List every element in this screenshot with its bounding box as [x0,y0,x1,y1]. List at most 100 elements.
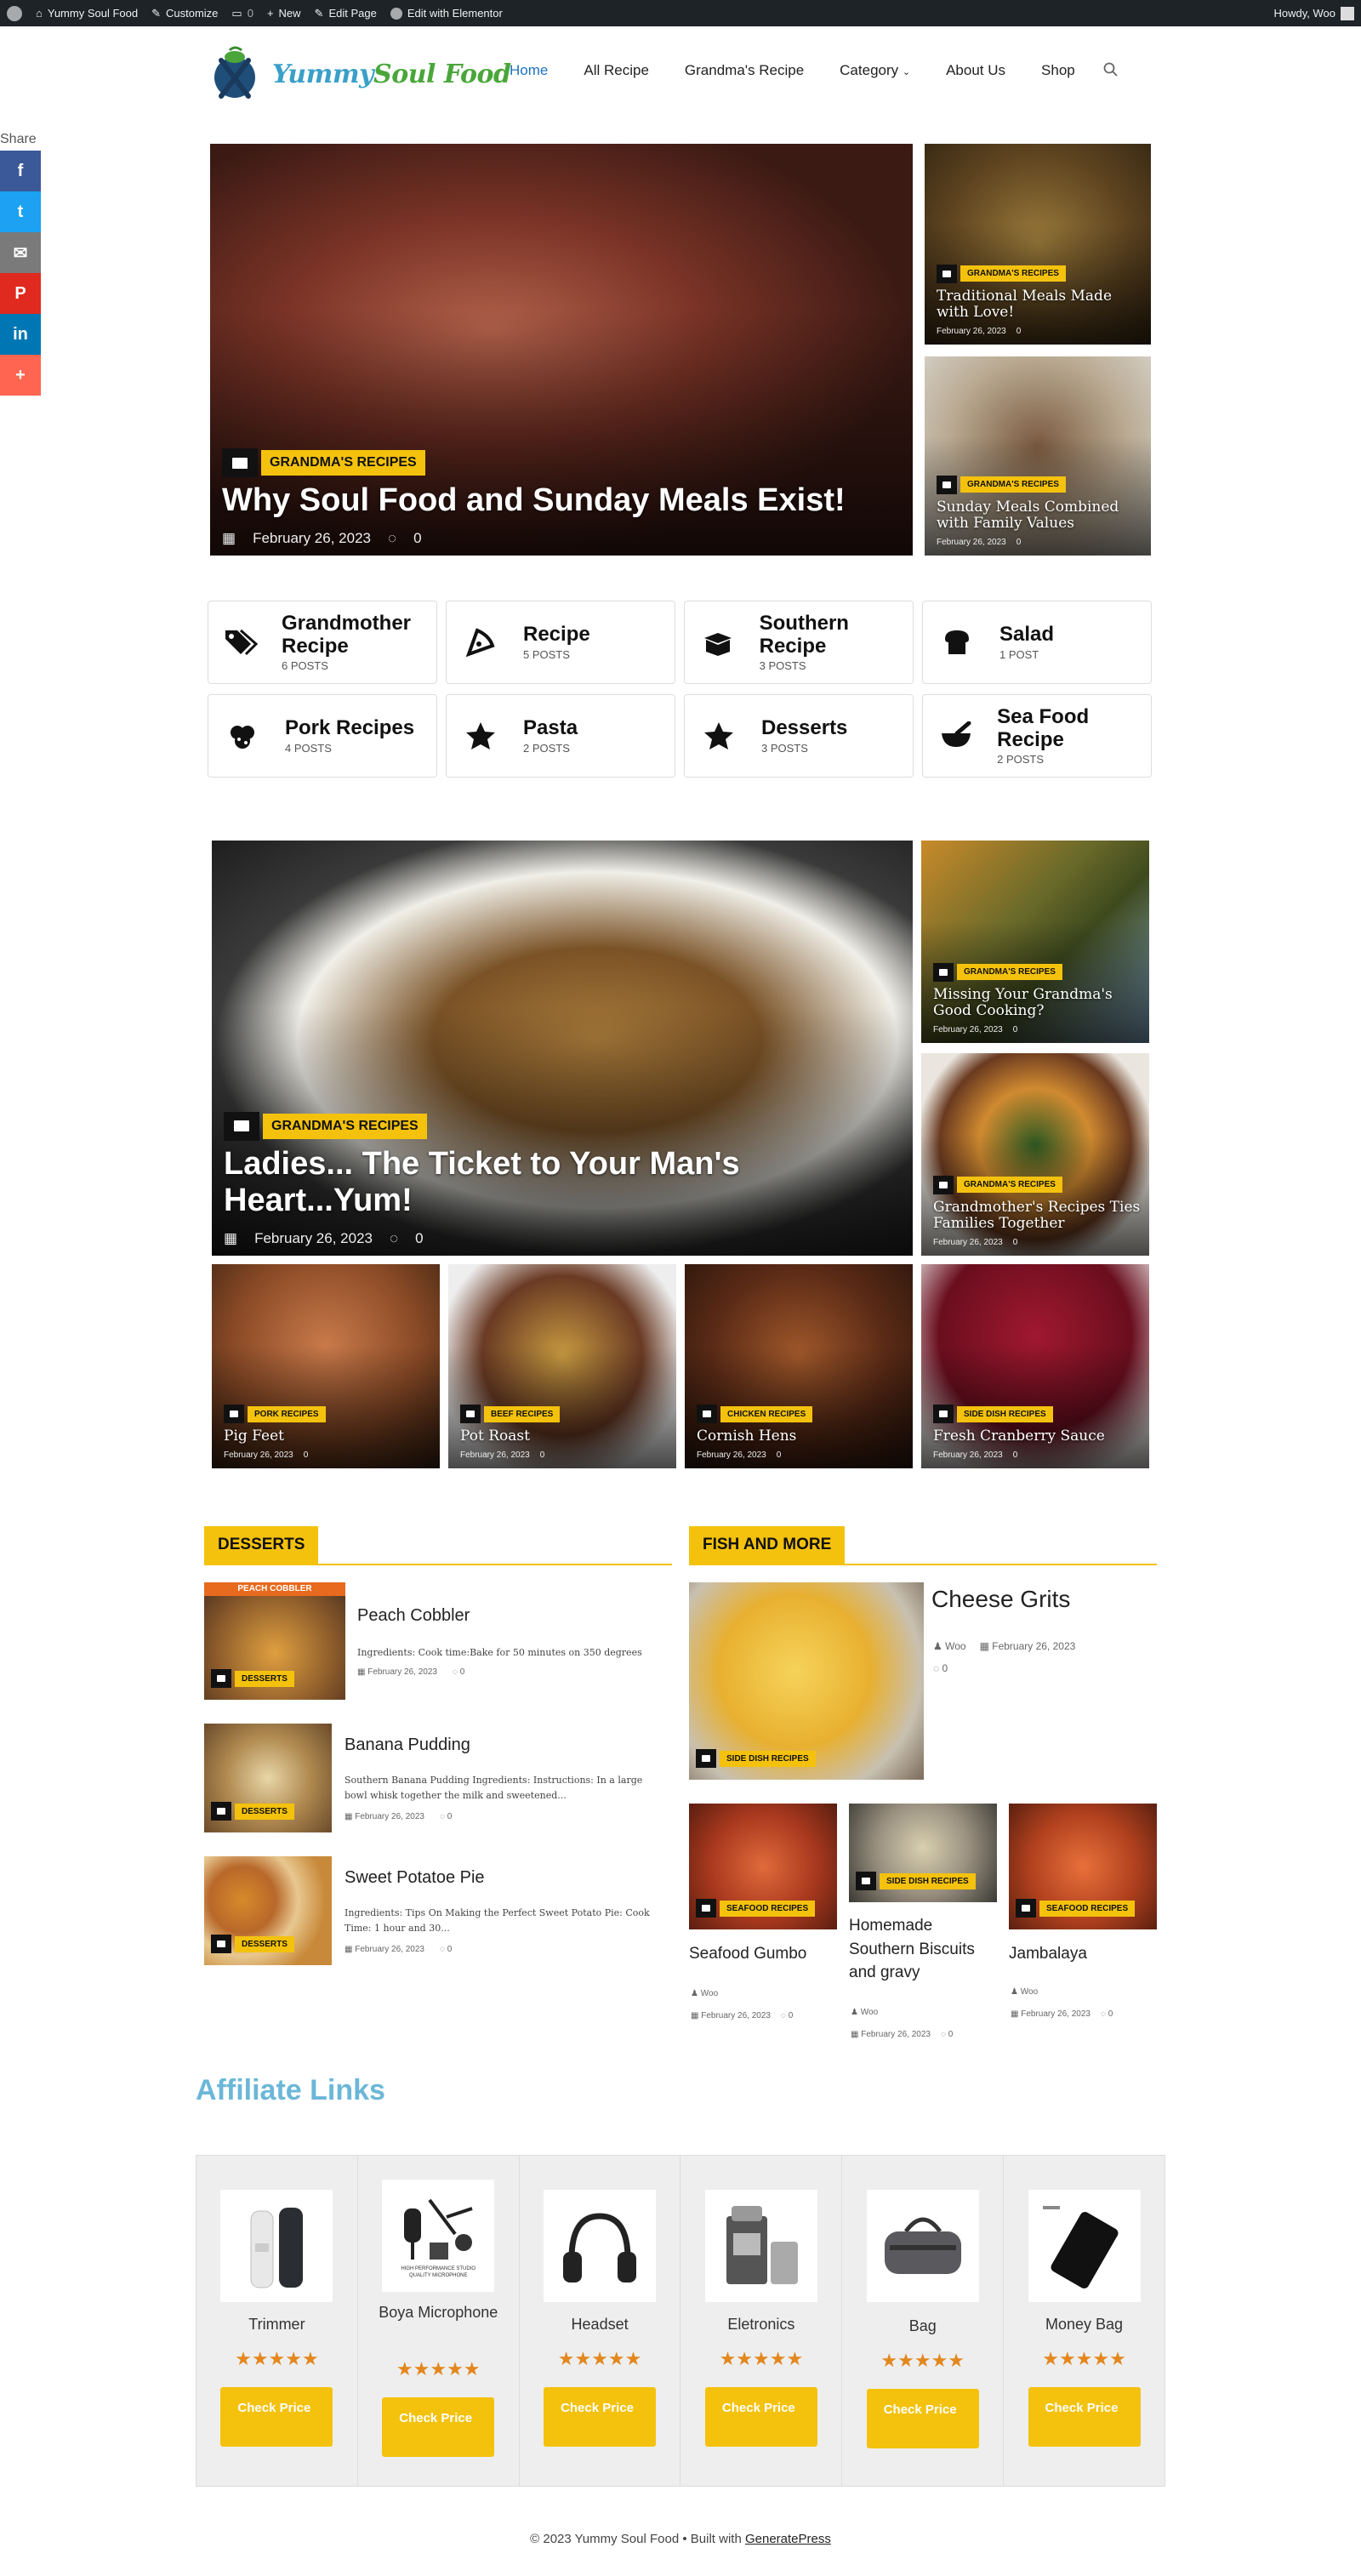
category-card[interactable]: Recipe 5 POSTS [446,601,675,684]
category-badge[interactable]: GRANDMA'S RECIPES [960,476,1066,493]
post-title[interactable]: Seafood Gumbo [689,1945,806,1963]
category-badge[interactable]: DESSERTS [235,1670,294,1687]
nav-all-recipe[interactable]: All Recipe [566,62,667,79]
comment-count[interactable]: ◌ 0 [453,1667,464,1677]
comment-count[interactable]: ◌ 0 [440,1945,452,1954]
check-price-button[interactable]: Check Price [382,2397,495,2457]
nav-about-us[interactable]: About Us [928,62,1023,79]
feature-bottom-post[interactable]: SIDE DISH RECIPES Fresh Cranberry Sauce … [921,1264,1149,1468]
nav-shop[interactable]: Shop [1023,62,1093,79]
admin-site-link[interactable]: ⌂ Yummy Soul Food [36,0,138,26]
comment-count[interactable]: ◌ 0 [941,2030,953,2039]
category-badge[interactable]: GRANDMA'S RECIPES [960,265,1066,282]
post-title[interactable]: Jambalaya [1009,1945,1087,1963]
post-title[interactable]: Cheese Grits [931,1586,1070,1613]
category-card[interactable]: Desserts 3 POSTS [684,694,914,778]
facebook-share-button[interactable]: f [0,151,41,191]
post-author[interactable]: ♟ Woo [851,2008,878,2017]
comment-count[interactable]: 0 [1013,1238,1018,1247]
search-icon[interactable] [1103,62,1119,77]
category-badge[interactable]: GRANDMA'S RECIPES [263,1113,427,1139]
category-badge[interactable]: DESSERTS [235,1935,294,1952]
category-card[interactable]: Sea Food Recipe 2 POSTS [922,694,1152,778]
category-card[interactable]: Pasta 2 POSTS [446,694,675,778]
admin-customize-link[interactable]: ✎ Customize [151,0,218,26]
post-thumbnail[interactable]: SEAFOOD RECIPES [689,1804,837,1929]
post-title[interactable]: Pot Roast [460,1428,668,1445]
post-author[interactable]: ♟ Woo [1011,1987,1038,1997]
category-badge[interactable]: SEAFOOD RECIPES [1039,1900,1136,1917]
check-price-button[interactable]: Check Price [866,2389,979,2448]
category-badge[interactable]: CHICKEN RECIPES [720,1405,813,1422]
juicer-image[interactable] [704,2190,817,2302]
category-card[interactable]: Pork Recipes 4 POSTS [208,694,437,778]
pinterest-share-button[interactable]: P [0,273,41,314]
comment-count[interactable]: ◌ 0 [440,1812,452,1821]
post-title[interactable]: Missing Your Grandma's Good Cooking? [933,986,1141,1020]
hero-main-post[interactable]: GRANDMA'S RECIPES Why Soul Food and Sund… [210,144,913,556]
check-price-button[interactable]: Check Price [544,2387,657,2447]
category-badge[interactable]: SIDE DISH RECIPES [957,1405,1053,1422]
nav-category[interactable]: Category ⌄ [822,62,928,79]
post-title[interactable]: Banana Pudding [345,1735,470,1755]
comment-count[interactable]: 0 [540,1450,545,1460]
category-badge[interactable]: BEEF RECIPES [484,1405,561,1422]
category-badge[interactable]: GRANDMA'S RECIPES [261,450,425,476]
linkedin-share-button[interactable]: in [0,314,41,355]
hero-side-post[interactable]: GRANDMA'S RECIPES Traditional Meals Made… [925,144,1151,345]
headset-image[interactable] [544,2190,657,2302]
comment-count[interactable]: ◌ 0 [1101,2009,1113,2019]
post-title[interactable]: Pig Feet [224,1428,431,1445]
category-card[interactable]: Grandmother Recipe 6 POSTS [208,601,437,684]
post-thumbnail[interactable]: DESSERTS [204,1724,332,1832]
post-title[interactable]: Ladies... The Ticket to Your Man's Heart… [224,1146,904,1220]
comment-count[interactable]: 0 [415,1230,423,1247]
check-price-button[interactable]: Check Price [704,2387,817,2447]
check-price-button[interactable]: Check Price [220,2387,333,2447]
feature-side-post[interactable]: GRANDMA'S RECIPES Missing Your Grandma's… [921,841,1149,1043]
site-logo[interactable]: YummySoul Food [204,45,511,103]
post-author[interactable]: ♟ Woo [691,1989,718,1998]
post-thumbnail[interactable]: PEACH COBBLER DESSERTS [204,1582,345,1700]
post-title[interactable]: Peach Cobbler [357,1606,470,1626]
post-thumbnail[interactable]: SEAFOOD RECIPES [1009,1804,1157,1929]
post-title[interactable]: Sweet Potatoe Pie [345,1868,485,1888]
comment-count[interactable]: ◌ 0 [781,2011,793,2020]
hero-side-post[interactable]: GRANDMA'S RECIPES Sunday Meals Combined … [925,356,1151,556]
email-share-button[interactable]: ✉ [0,232,41,273]
category-badge[interactable]: SEAFOOD RECIPES [720,1900,816,1917]
comment-count[interactable]: 0 [413,530,421,547]
comment-count[interactable]: 0 [1016,538,1022,547]
more-share-button[interactable]: + [0,355,41,396]
admin-comments-link[interactable]: ▭ 0 [231,0,253,26]
post-title[interactable]: Traditional Meals Made with Love! [937,288,1142,322]
category-badge[interactable]: SIDE DISH RECIPES [880,1872,976,1889]
feature-bottom-post[interactable]: BEEF RECIPES Pot Roast February 26, 2023… [448,1264,676,1468]
comment-count[interactable]: ◌ 0 [933,1662,948,1674]
post-thumbnail[interactable]: DESSERTS [204,1856,332,1965]
admin-elementor-link[interactable]: Edit with Elementor [390,0,503,26]
category-badge[interactable]: PORK RECIPES [248,1405,326,1422]
wallet-image[interactable] [1028,2190,1141,2302]
nav-grandmas-recipe[interactable]: Grandma's Recipe [667,62,822,79]
feature-bottom-post[interactable]: PORK RECIPES Pig Feet February 26, 2023 0 [212,1264,440,1468]
admin-new-link[interactable]: + New [267,0,301,26]
post-title[interactable]: Fresh Cranberry Sauce [933,1428,1141,1445]
post-title[interactable]: Why Soul Food and Sunday Meals Exist! [222,482,904,520]
feature-main-post[interactable]: GRANDMA'S RECIPES Ladies... The Ticket t… [212,841,913,1256]
nav-home[interactable]: Home [492,62,566,79]
post-title[interactable]: Grandmother's Recipes Ties Families Toge… [933,1199,1141,1233]
check-price-button[interactable]: Check Price [1028,2387,1141,2447]
admin-edit-page-link[interactable]: ✎ Edit Page [315,0,377,26]
post-thumbnail[interactable]: SIDE DISH RECIPES [849,1804,997,1902]
post-title[interactable]: Cornish Hens [697,1428,904,1445]
post-title[interactable]: Sunday Meals Combined with Family Values [937,499,1142,533]
twitter-share-button[interactable]: t [0,191,41,232]
category-badge[interactable]: DESSERTS [235,1803,294,1820]
comment-count[interactable]: 0 [777,1450,782,1460]
category-badge[interactable]: GRANDMA'S RECIPES [957,964,1062,981]
bag-image[interactable] [866,2190,979,2302]
wordpress-logo-link[interactable] [7,0,22,26]
trimmer-image[interactable] [220,2190,333,2302]
post-author[interactable]: ♟ Woo [933,1640,966,1652]
